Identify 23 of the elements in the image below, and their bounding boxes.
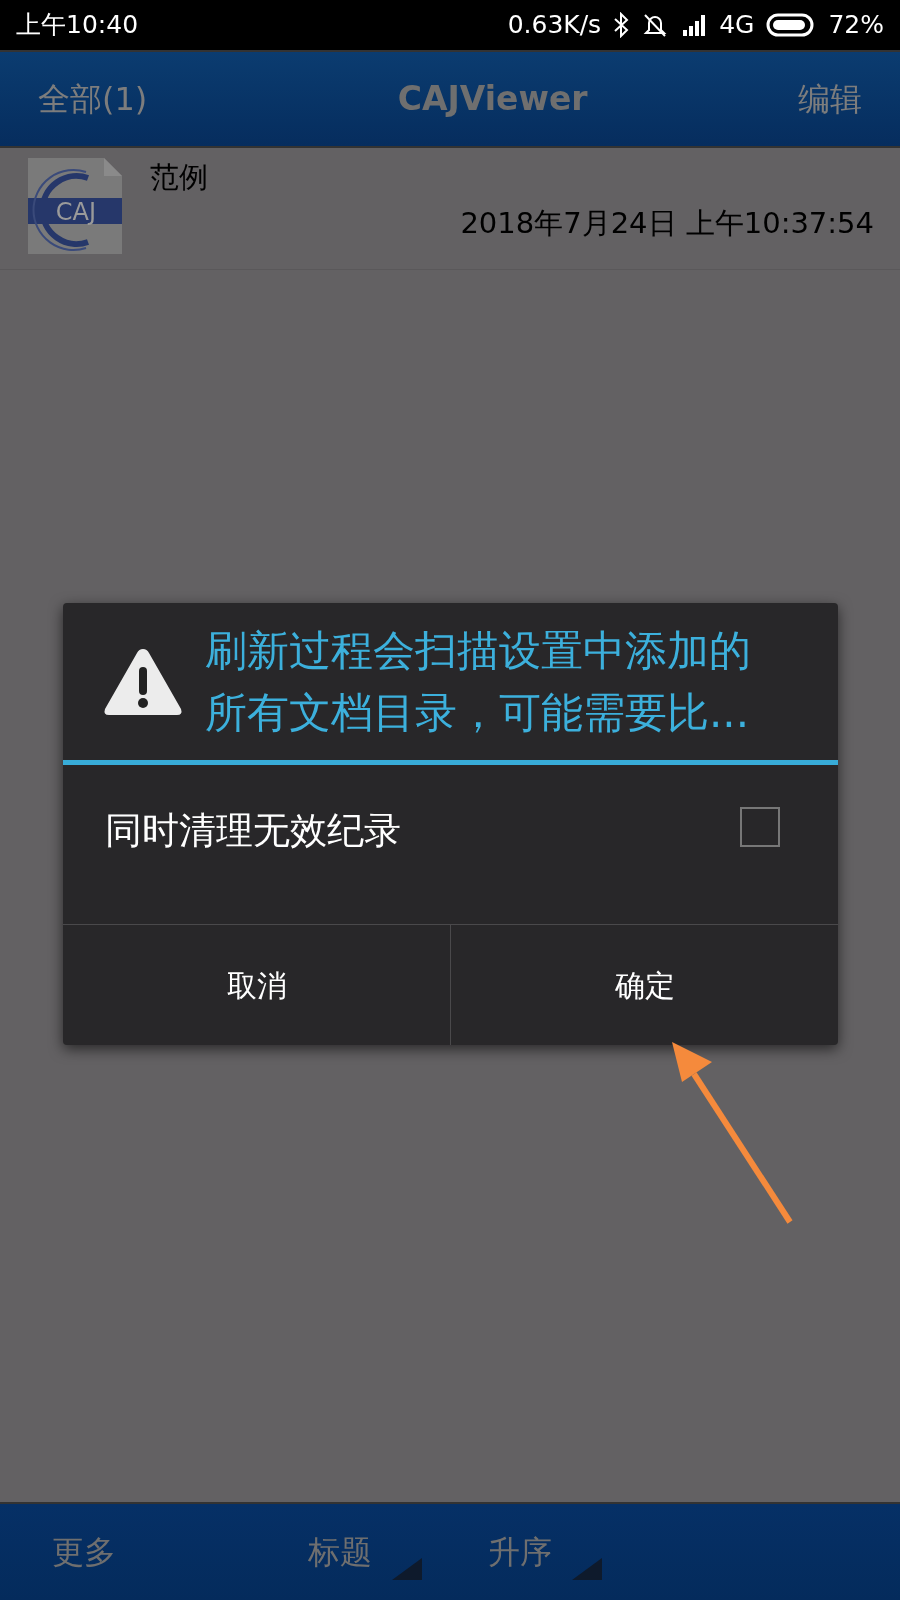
toolbar-button[interactable]: 升序 [488,1528,552,1576]
edit-button[interactable]: 编辑 [798,75,862,123]
signal-icon [681,12,708,38]
file-name: 范例 [150,159,209,196]
dialog-message: 刷新过程会扫描设置中添加的所有文档目录，可能需要比... [205,624,752,739]
toolbar-button[interactable]: 标题 [308,1528,372,1576]
network-speed: 0.63K/s [507,9,602,42]
bluetooth-icon [613,12,630,38]
app-title: CAJViewer [397,78,588,121]
dialog-button[interactable]: 确定 [450,925,838,1045]
option-label: 同时清理无效纪录 [105,808,401,854]
option-checkbox[interactable] [740,807,780,847]
dropdown-corner-icon [392,1558,422,1580]
battery-level: 72% [828,9,884,42]
document-icon: CAJ [26,156,124,256]
all-filter-button[interactable]: 全部(1) [38,75,148,123]
file-date: 2018年7月24日 上午10:37:54 [460,204,874,242]
dropdown-corner-icon [572,1558,602,1580]
network-type: 4G [719,9,755,42]
toolbar-button[interactable]: 更多 [52,1528,116,1576]
dialog-button[interactable]: 取消 [63,925,450,1045]
clock-time: 上午10:40 [16,9,139,42]
file-row[interactable]: CAJ 范例 2018年7月24日 上午10:37:54 [0,148,900,270]
